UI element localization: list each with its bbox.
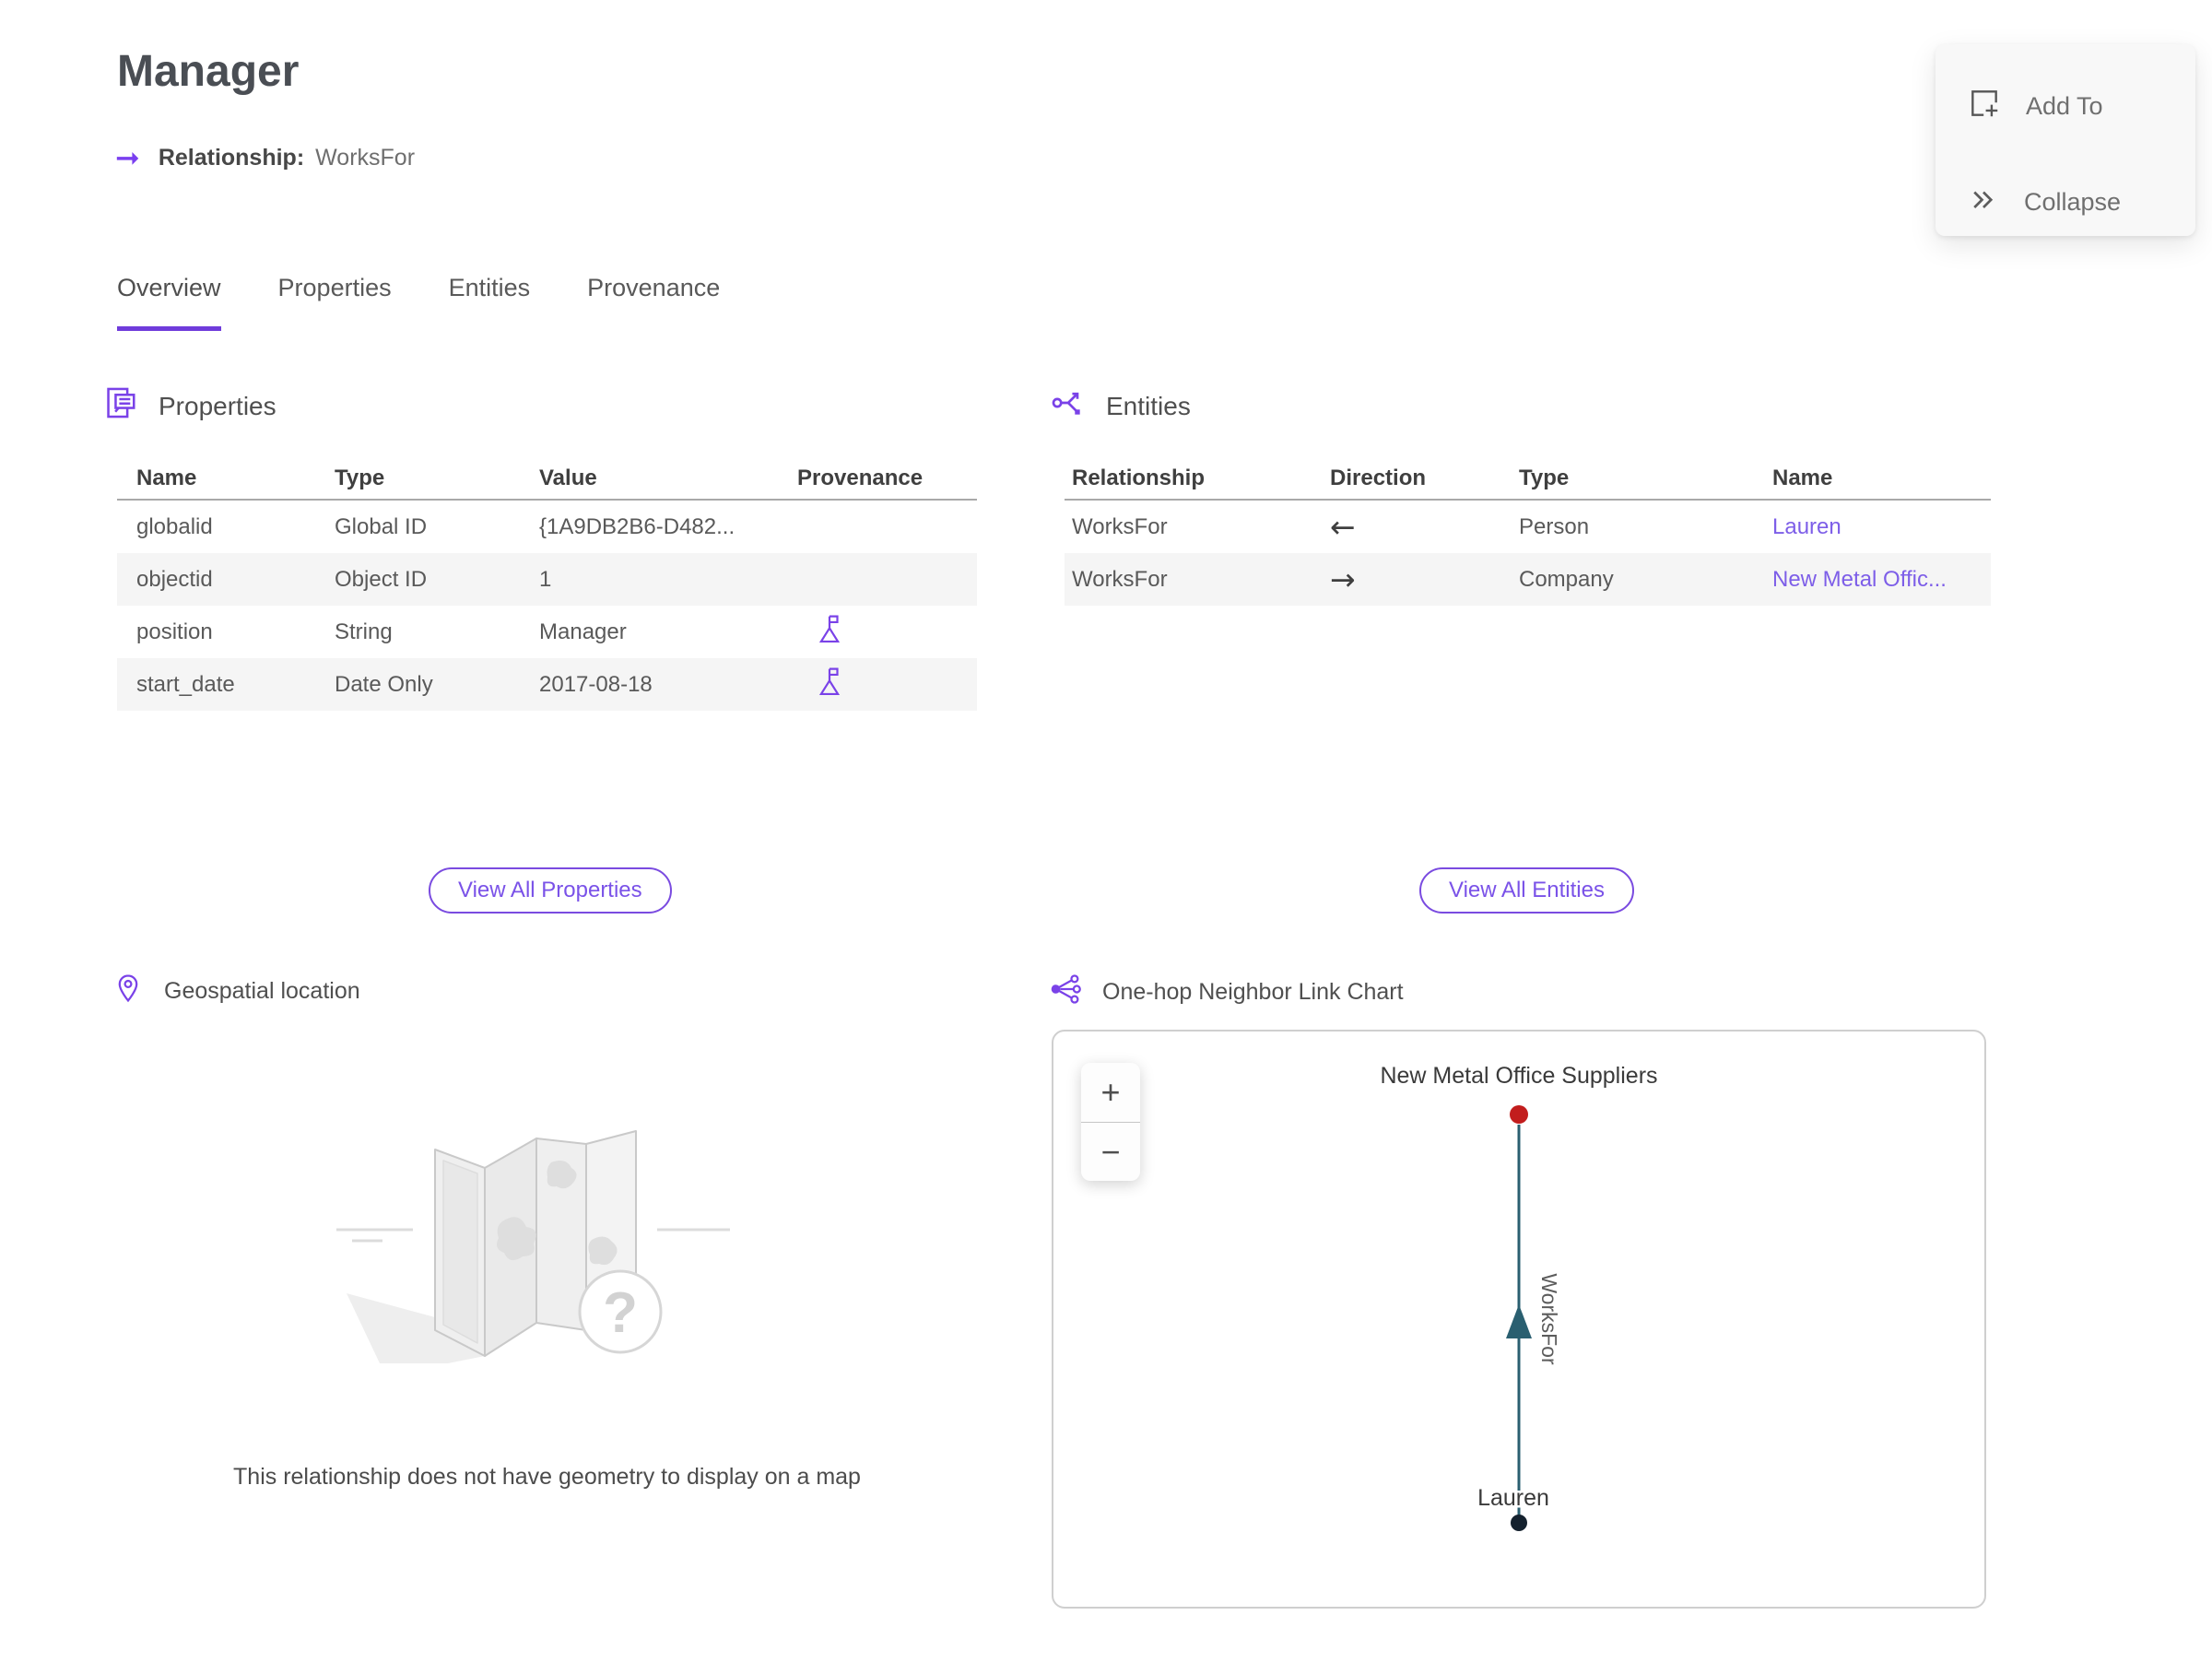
provenance-flag-icon[interactable] [797,613,977,651]
add-to-label: Add To [2026,92,2103,120]
tab-properties[interactable]: Properties [278,274,392,331]
collapse-icon [1967,183,2000,222]
property-type: String [335,619,393,644]
page-title: Manager [117,47,300,96]
relationship-value: WorksFor [315,144,416,171]
property-name: objectid [136,566,213,592]
link-chart-section-header: One-hop Neighbor Link Chart [1049,973,1404,1012]
map-pin-icon [112,973,144,1010]
entity-type: Company [1519,566,1614,592]
property-value: 1 [539,566,552,592]
table-row: position String Manager [117,606,977,658]
geospatial-section-header: Geospatial location [112,973,360,1010]
column-header: Type [335,466,385,490]
table-row: WorksFor ← Person Lauren [1065,501,1991,553]
tab-entities[interactable]: Entities [449,274,531,331]
zoom-in-button[interactable]: + [1081,1063,1140,1122]
entity-relationship: WorksFor [1072,513,1168,539]
link-chart-canvas[interactable]: WorksFor New Metal Office Suppliers Laur… [1052,1030,1986,1609]
column-header: Value [539,466,597,490]
properties-section-header: Properties [103,385,276,427]
property-value: {1A9DB2B6-D482... [539,513,735,539]
property-name: position [136,619,213,644]
properties-section-title: Properties [159,391,276,420]
entities-table: Relationship Direction Type Name WorksFo… [1065,458,1991,606]
column-header: Direction [1330,466,1427,490]
actions-panel: Add To Collapse [1936,44,2195,236]
property-type: Object ID [335,566,428,592]
provenance-flag-icon[interactable] [797,666,977,703]
tab-bar: Overview Properties Entities Provenance [117,274,720,331]
no-geometry-message: This relationship does not have geometry… [233,1464,861,1490]
property-value: 2017-08-18 [539,671,653,697]
company-node-label: New Metal Office Suppliers [1380,1063,1657,1089]
edge-label: WorksFor [1537,1273,1561,1365]
link-chart-icon [1049,973,1082,1012]
zoom-out-button[interactable]: − [1081,1122,1140,1181]
entities-icon [1051,385,1086,427]
relationship-label: Relationship: [158,144,305,171]
view-all-properties-button[interactable]: View All Properties [429,867,672,914]
chart-node-person[interactable] [1511,1515,1527,1531]
svg-text:?: ? [603,1281,638,1345]
entities-section-title: Entities [1106,391,1191,420]
property-type: Global ID [335,513,428,539]
edge-arrowhead [1506,1304,1532,1338]
column-header: Name [136,466,197,490]
properties-icon [103,385,138,427]
chart-node-company[interactable] [1510,1105,1528,1124]
tab-overview[interactable]: Overview [117,274,221,331]
property-name: globalid [136,513,213,539]
property-value: Manager [539,619,627,644]
relationship-detail-page: Manager ➞︎​ Relationship: WorksFor Add T… [0,0,2212,1674]
add-to-icon [1967,86,2002,127]
tab-provenance[interactable]: Provenance [587,274,720,331]
entity-relationship: WorksFor [1072,566,1168,592]
collapse-button[interactable]: Collapse [1967,183,2121,222]
entity-name-link[interactable]: New Metal Offic... [1772,567,1991,593]
entity-type: Person [1519,513,1590,539]
zoom-control: + − [1081,1063,1140,1181]
view-all-entities-button[interactable]: View All Entities [1419,867,1634,914]
property-name: start_date [136,671,235,697]
direction-arrow: → [1330,561,1356,597]
column-header: Type [1519,466,1570,490]
properties-table: Name Type Value Provenance globalid Glob… [117,458,977,711]
relationship-subtitle: ➞︎​ Relationship: WorksFor [115,143,415,172]
link-chart-section-title: One-hop Neighbor Link Chart [1102,979,1404,1005]
table-row: WorksFor → Company New Metal Offic... [1065,553,1991,606]
entity-name-link[interactable]: Lauren [1772,514,1991,540]
add-to-button[interactable]: Add To [1967,86,2103,127]
map-placeholder-illustration: ? [336,1130,730,1363]
entities-table-header: Relationship Direction Type Name [1065,458,1991,501]
column-header: Relationship [1072,466,1206,490]
properties-table-header: Name Type Value Provenance [117,458,977,501]
relationship-arrow-icon: ➞︎​ [115,141,140,174]
geospatial-section-title: Geospatial location [164,978,360,1004]
table-row: globalid Global ID {1A9DB2B6-D482... [117,501,977,553]
property-type: Date Only [335,671,433,697]
collapse-label: Collapse [2024,188,2122,216]
person-node-label: Lauren [1477,1485,1549,1511]
direction-arrow: ← [1330,509,1356,545]
column-header: Provenance [797,466,924,490]
table-row: objectid Object ID 1 [117,553,977,606]
entities-section-header: Entities [1051,385,1191,427]
table-row: start_date Date Only 2017-08-18 [117,658,977,711]
column-header: Name [1772,466,1833,490]
